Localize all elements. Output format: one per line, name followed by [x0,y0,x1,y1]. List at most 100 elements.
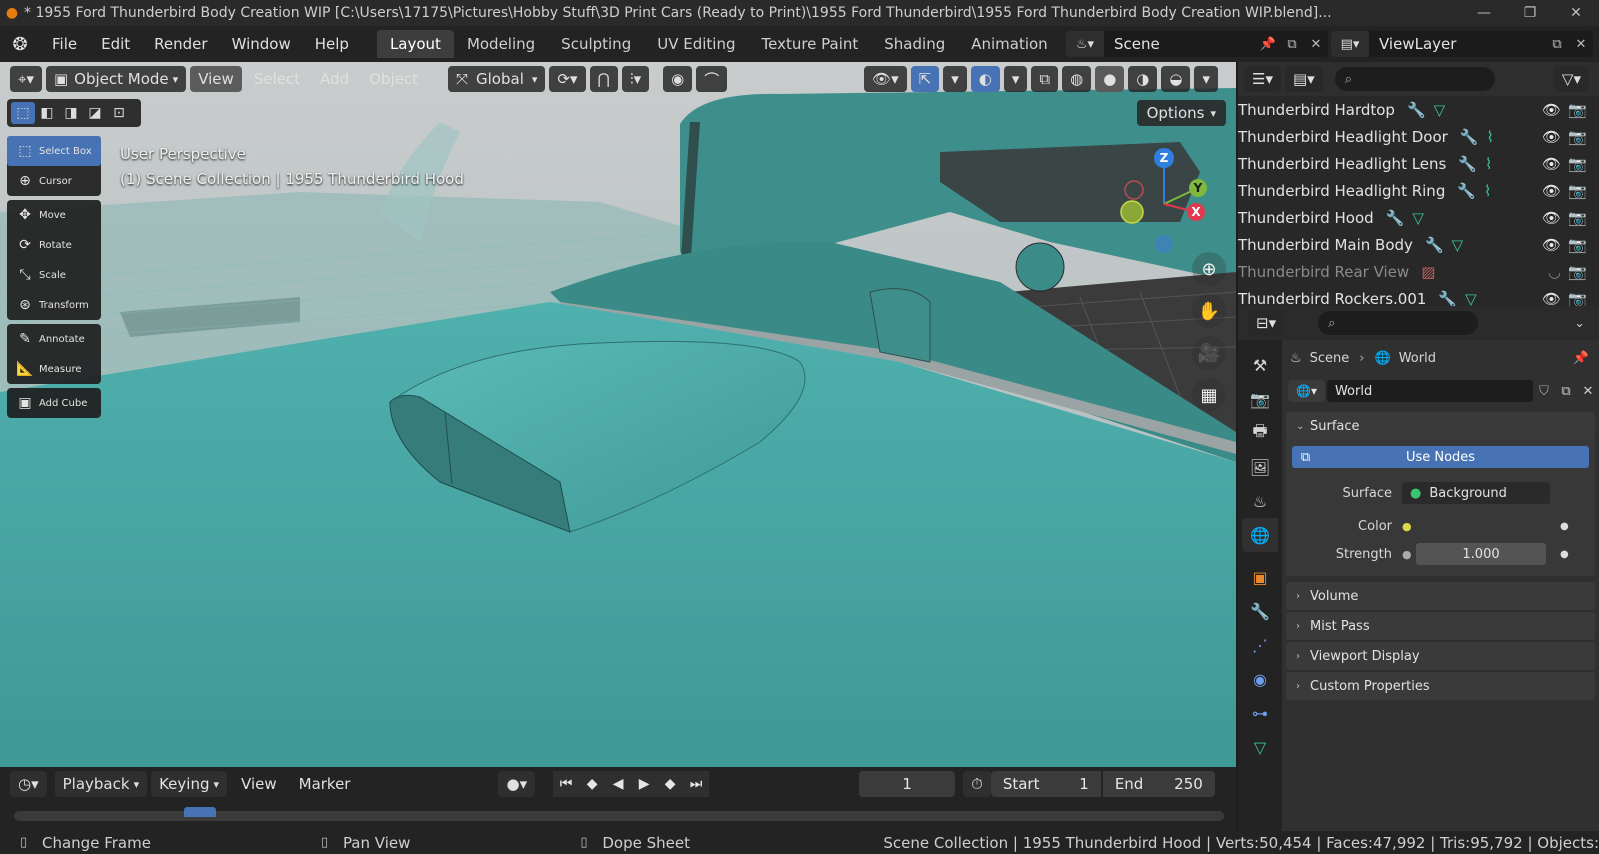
pin-icon[interactable]: 📌 [1256,31,1280,57]
play-icon[interactable]: ▶ [631,771,658,797]
camera-view-icon[interactable]: 🎥 [1192,336,1226,370]
shading-wireframe-button[interactable]: ◍ [1062,66,1092,92]
snap-target-dropdown[interactable]: ⫶▾ [621,66,650,92]
options-dropdown[interactable]: Options ▾ [1136,100,1226,126]
tab-layout[interactable]: Layout [376,30,454,58]
preview-range-icon[interactable]: ⏱ [963,771,991,797]
new-world-icon[interactable]: ⧉ [1555,384,1577,399]
select-extend-mode-icon[interactable]: ◧ [35,102,59,124]
output-tab-icon[interactable]: 🖶 [1242,416,1278,450]
close-button[interactable]: ✕ [1553,5,1599,21]
object-mode-dropdown[interactable]: ▣ Object Mode ▾ [45,66,187,92]
world-browse-icon[interactable]: 🌐▾ [1288,380,1325,402]
select-invert-mode-icon[interactable]: ◪ [83,102,107,124]
tool-cursor[interactable]: ⊕ Cursor [7,166,101,196]
minimize-button[interactable]: — [1461,5,1507,21]
outliner-row[interactable]: Thunderbird Hood 🔧 ▽ 👁 📷 [1238,204,1599,231]
outliner-row[interactable]: Thunderbird Hardtop 🔧 ▽ 👁 📷 [1238,96,1599,123]
blender-menu-icon[interactable]: ❂ [0,26,40,62]
new-view-layer-icon[interactable]: ⧉ [1545,31,1569,57]
menu-edit[interactable]: Edit [89,26,142,62]
end-frame-field[interactable]: End 250 [1102,771,1215,797]
eye-icon[interactable]: 👁 [1542,155,1561,173]
timeline-editor-type-button[interactable]: ◷▾ [10,771,47,797]
gizmo-neg-x-axis[interactable] [1124,180,1144,200]
gizmo-dropdown[interactable]: ▾ [943,66,967,92]
color-swatch[interactable] [1416,515,1546,537]
scene-name[interactable]: Scene [1104,35,1256,53]
tool-rotate[interactable]: ⟳ Rotate [7,230,101,260]
navigation-gizmo[interactable]: Z Y X [1108,144,1208,254]
start-frame-field[interactable]: Start 1 [990,771,1101,797]
marker-menu[interactable]: Marker [291,771,359,797]
shading-material-button[interactable]: ◑ [1128,66,1158,92]
menu-add[interactable]: Add [312,66,357,92]
visibility-dropdown[interactable]: 👁▾ [864,66,907,92]
menu-select[interactable]: Select [246,66,308,92]
constraints-tab-icon[interactable]: ⊶ [1242,696,1278,730]
gizmo-neg-y-axis[interactable] [1120,200,1144,224]
camera-icon[interactable]: 📷 [1568,263,1587,281]
editor-type-button[interactable]: ⌖▾ [10,66,42,92]
snap-toggle[interactable]: ⋂ [589,66,618,92]
overlay-toggle[interactable]: ◐ [970,66,1000,92]
view-layer-name[interactable]: ViewLayer [1369,35,1545,53]
chevron-down-icon[interactable]: ⌄ [1574,316,1585,331]
outliner-row[interactable]: Thunderbird Headlight Lens 🔧 ⌇ 👁 📷 [1238,150,1599,177]
world-name-field[interactable]: World [1326,380,1533,402]
keying-menu[interactable]: Keying ▾ [151,771,228,797]
gizmo-neg-z-axis[interactable] [1155,235,1173,253]
eye-icon[interactable]: 👁 [1542,101,1561,119]
tab-uv-editing[interactable]: UV Editing [644,30,748,58]
jump-to-keyframe-next-icon[interactable]: ◆ [657,771,684,797]
camera-icon[interactable]: 📷 [1568,290,1587,308]
tool-tab-icon[interactable]: ⚒ [1242,348,1278,382]
animate-color-dot[interactable]: ● [1560,521,1569,532]
delete-scene-icon[interactable]: ✕ [1304,31,1328,57]
scene-tab-icon[interactable]: ♨ [1242,484,1278,518]
delete-view-layer-icon[interactable]: ✕ [1569,31,1593,57]
zoom-icon[interactable]: ⊕ [1192,252,1226,286]
display-mode-dropdown[interactable]: ▤▾ [1284,66,1323,92]
pan-hand-icon[interactable]: ✋ [1192,294,1226,328]
jump-to-start-icon[interactable]: ⏮ [553,771,580,797]
unlink-world-icon[interactable]: ✕ [1577,384,1599,399]
new-scene-icon[interactable]: ⧉ [1280,31,1304,57]
filter-dropdown[interactable]: ▽▾ [1553,66,1589,92]
surface-shader-field[interactable]: ● Background [1402,482,1550,504]
menu-window[interactable]: Window [220,26,303,62]
camera-icon[interactable]: 📷 [1568,155,1587,173]
eye-icon[interactable]: 👁 [1542,236,1561,254]
outliner-row[interactable]: Thunderbird Main Body 🔧 ▽ 👁 📷 [1238,231,1599,258]
eye-icon[interactable]: 👁 [1542,290,1561,308]
outliner-row[interactable]: Thunderbird Headlight Door 🔧 ⌇ 👁 📷 [1238,123,1599,150]
panel-custom-properties-header[interactable]: › Custom Properties [1286,672,1595,700]
jump-to-end-icon[interactable]: ⏭ [683,771,710,797]
timeline-view-menu[interactable]: View [233,771,285,797]
playhead-handle[interactable] [184,807,216,817]
tool-add-cube[interactable]: ▣ Add Cube [7,388,101,418]
camera-icon[interactable]: 📷 [1568,128,1587,146]
menu-help[interactable]: Help [303,26,361,62]
pivot-point-dropdown[interactable]: ⟳▾ [549,66,586,92]
data-tab-icon[interactable]: ▽ [1242,730,1278,764]
menu-file[interactable]: File [40,26,89,62]
panel-viewport-display-header[interactable]: › Viewport Display [1286,642,1595,670]
pin-icon[interactable]: 📌 [1573,351,1589,366]
fake-user-shield-icon[interactable]: ⛉ [1533,384,1555,399]
eye-icon[interactable]: 👁 [1542,209,1561,227]
tab-modeling[interactable]: Modeling [454,30,548,58]
eye-icon[interactable]: 👁 [1542,128,1561,146]
camera-icon[interactable]: 📷 [1568,182,1587,200]
camera-icon[interactable]: 📷 [1568,209,1587,227]
tool-select-box[interactable]: ⬚ Select Box [7,136,101,166]
tool-move[interactable]: ✥ Move [7,200,101,230]
render-tab-icon[interactable]: 📷 [1242,382,1278,416]
strength-socket-dot[interactable]: ● [1402,548,1416,561]
tab-animation[interactable]: Animation [958,30,1060,58]
ortho-grid-icon[interactable]: ▦ [1192,378,1226,412]
tool-scale[interactable]: ⤡ Scale [7,260,101,290]
tab-shading[interactable]: Shading [871,30,958,58]
outliner-row[interactable]: Thunderbird Rear View ▨ ◡ 📷 [1238,258,1599,285]
panel-volume-header[interactable]: › Volume [1286,582,1595,610]
